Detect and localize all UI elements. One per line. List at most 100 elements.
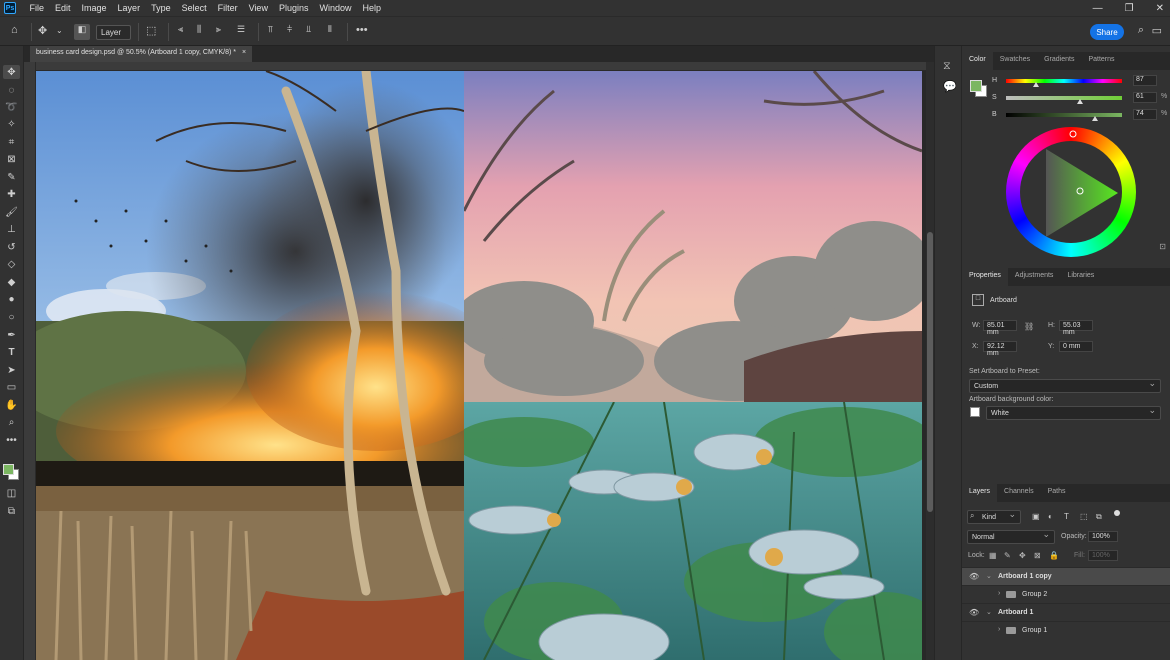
tab-gradients[interactable]: Gradients xyxy=(1037,52,1081,70)
lock-position-icon[interactable]: ✥ xyxy=(1019,551,1026,560)
tab-paths[interactable]: Paths xyxy=(1041,484,1073,502)
artboard-background-swatch[interactable] xyxy=(970,407,980,417)
pen-tool-icon[interactable]: ✒ xyxy=(3,328,20,342)
menu-plugins[interactable]: Plugins xyxy=(273,3,314,13)
align-middle-v-icon[interactable]: ⫩ xyxy=(287,24,292,35)
filter-shape-icon[interactable]: ⬚ xyxy=(1080,512,1088,521)
eyedropper-icon[interactable]: ✎ xyxy=(3,170,20,184)
align-top-icon[interactable]: ⫪ xyxy=(268,24,273,35)
history-panel-icon[interactable]: ⧖ xyxy=(943,60,951,73)
marquee-tool-icon[interactable]: ◌ xyxy=(3,83,20,97)
lock-artboard-icon[interactable]: ⊠ xyxy=(1034,551,1041,560)
horizontal-ruler[interactable] xyxy=(36,62,926,71)
edit-toolbar-icon[interactable]: ••• xyxy=(3,433,20,447)
menu-filter[interactable]: Filter xyxy=(212,3,243,13)
tab-channels[interactable]: Channels xyxy=(997,484,1041,502)
document-tab[interactable]: business card design.psd @ 50.5% (Artboa… xyxy=(30,46,253,62)
menu-help[interactable]: Help xyxy=(357,3,387,13)
chevron-right-icon[interactable]: › xyxy=(998,626,1000,633)
comments-panel-icon[interactable]: 💬 xyxy=(943,80,957,93)
layer-row[interactable]: › Group 2 xyxy=(962,585,1170,603)
crop-tool-icon[interactable]: ⌗ xyxy=(3,135,20,149)
menu-select[interactable]: Select xyxy=(176,3,212,13)
visibility-eye-icon[interactable]: 👁 xyxy=(969,572,979,581)
more-options-icon[interactable]: ••• xyxy=(356,24,368,36)
dodge-tool-icon[interactable]: ○ xyxy=(3,310,20,324)
auto-select-checkbox[interactable]: ◧ xyxy=(74,24,90,40)
filter-smart-object-icon[interactable]: ⧉ xyxy=(1096,512,1102,522)
hue-value-field[interactable]: 87 xyxy=(1133,75,1157,86)
saturation-slider-thumb[interactable] xyxy=(1077,99,1083,104)
lock-image-icon[interactable]: ✎ xyxy=(1004,551,1011,560)
tab-swatches[interactable]: Swatches xyxy=(993,52,1037,70)
screen-mode-icon[interactable]: ⧉ xyxy=(3,504,20,518)
type-tool-icon[interactable]: T xyxy=(3,345,20,359)
magic-wand-icon[interactable]: ✧ xyxy=(3,117,20,131)
saturation-value-field[interactable]: 61 xyxy=(1133,92,1157,103)
menu-type[interactable]: Type xyxy=(146,3,177,13)
lock-all-icon[interactable]: 🔒 xyxy=(1049,551,1059,560)
align-right-icon[interactable]: ⫸ xyxy=(216,24,221,35)
home-icon[interactable]: ⌂ xyxy=(11,24,18,36)
height-field[interactable]: 55.03 mm xyxy=(1059,320,1093,336)
menu-file[interactable]: File xyxy=(24,3,50,13)
move-tool-preset-icon[interactable]: ✥ xyxy=(38,24,47,37)
clone-stamp-icon[interactable]: ⊥ xyxy=(3,222,20,236)
filter-pixel-icon[interactable]: ▣ xyxy=(1032,512,1040,521)
chevron-down-icon[interactable]: ⌄ xyxy=(986,608,992,616)
y-position-field[interactable]: 0 mm xyxy=(1059,341,1093,352)
lock-transparent-icon[interactable]: ▦ xyxy=(989,551,997,560)
distribute-icon[interactable]: ⫴ xyxy=(328,24,332,35)
tab-color[interactable]: Color xyxy=(962,52,993,70)
search-icon[interactable]: ⌕ xyxy=(1138,24,1144,37)
color-panel-expand-icon[interactable]: ⊡ xyxy=(1159,242,1166,251)
hand-tool-icon[interactable]: ✋ xyxy=(3,398,20,412)
menu-window[interactable]: Window xyxy=(314,3,357,13)
history-brush-icon[interactable]: ↺ xyxy=(3,240,20,254)
saturation-slider[interactable] xyxy=(1006,96,1122,100)
layer-row[interactable]: 👁 ⌄ Artboard 1 xyxy=(962,603,1170,621)
paint-bucket-icon[interactable]: ◆ xyxy=(3,275,20,289)
tab-patterns[interactable]: Patterns xyxy=(1081,52,1121,70)
move-tool-icon[interactable]: ✥ xyxy=(3,65,20,79)
quick-mask-icon[interactable]: ◫ xyxy=(3,486,20,500)
vertical-ruler[interactable] xyxy=(24,62,36,660)
blur-tool-icon[interactable]: ● xyxy=(3,292,20,306)
workspace-icon[interactable]: ▭ xyxy=(1152,24,1162,37)
foreground-color-swatch[interactable] xyxy=(3,464,14,475)
tab-layers[interactable]: Layers xyxy=(962,484,998,502)
menu-layer[interactable]: Layer xyxy=(112,3,146,13)
eraser-tool-icon[interactable]: ◇ xyxy=(3,257,20,271)
chevron-down-icon[interactable]: ⌄ xyxy=(986,572,992,580)
layer-row[interactable]: 👁 ⌄ Artboard 1 copy xyxy=(962,567,1170,585)
lasso-tool-icon[interactable]: ➰ xyxy=(3,100,20,114)
filter-toggle[interactable] xyxy=(1114,510,1120,516)
transform-controls-icon[interactable]: ⬚ xyxy=(146,24,156,37)
chevron-down-icon[interactable]: ⌄ xyxy=(56,26,63,35)
zoom-tool-icon[interactable]: ⌕ xyxy=(3,415,20,429)
x-position-field[interactable]: 92.12 mm xyxy=(983,341,1017,357)
canvas-area[interactable] xyxy=(36,71,926,660)
align-bottom-icon[interactable]: ⫫ xyxy=(306,24,311,35)
artboard-background-dropdown[interactable]: White xyxy=(986,405,1161,420)
scrollbar-thumb[interactable] xyxy=(927,232,933,512)
filter-type-icon[interactable]: T xyxy=(1064,512,1069,521)
hue-slider[interactable] xyxy=(1006,79,1122,83)
tab-libraries[interactable]: Libraries xyxy=(1060,268,1101,286)
link-dimensions-icon[interactable]: ⛓ xyxy=(1024,322,1034,331)
close-tab-icon[interactable]: × xyxy=(242,49,246,59)
blend-mode-dropdown[interactable]: Normal xyxy=(967,529,1055,544)
fill-field[interactable]: 100% xyxy=(1088,550,1118,561)
color-panel-foreground-swatch[interactable] xyxy=(970,80,982,92)
align-distribute-icon[interactable]: ☰ xyxy=(237,24,245,35)
artboard-1-image-top[interactable] xyxy=(464,71,922,402)
auto-select-target-dropdown[interactable]: Layer xyxy=(96,25,131,40)
chevron-right-icon[interactable]: › xyxy=(998,590,1000,597)
opacity-field[interactable]: 100% xyxy=(1088,531,1118,542)
frame-tool-icon[interactable]: ⊠ xyxy=(3,152,20,166)
close-window-icon[interactable]: ✕ xyxy=(1156,3,1164,14)
brush-tool-icon[interactable]: 🖌 xyxy=(3,205,20,219)
menu-view[interactable]: View xyxy=(243,3,273,13)
artboard-1-image-bottom[interactable] xyxy=(464,402,922,660)
restore-icon[interactable]: ❐ xyxy=(1125,3,1134,14)
